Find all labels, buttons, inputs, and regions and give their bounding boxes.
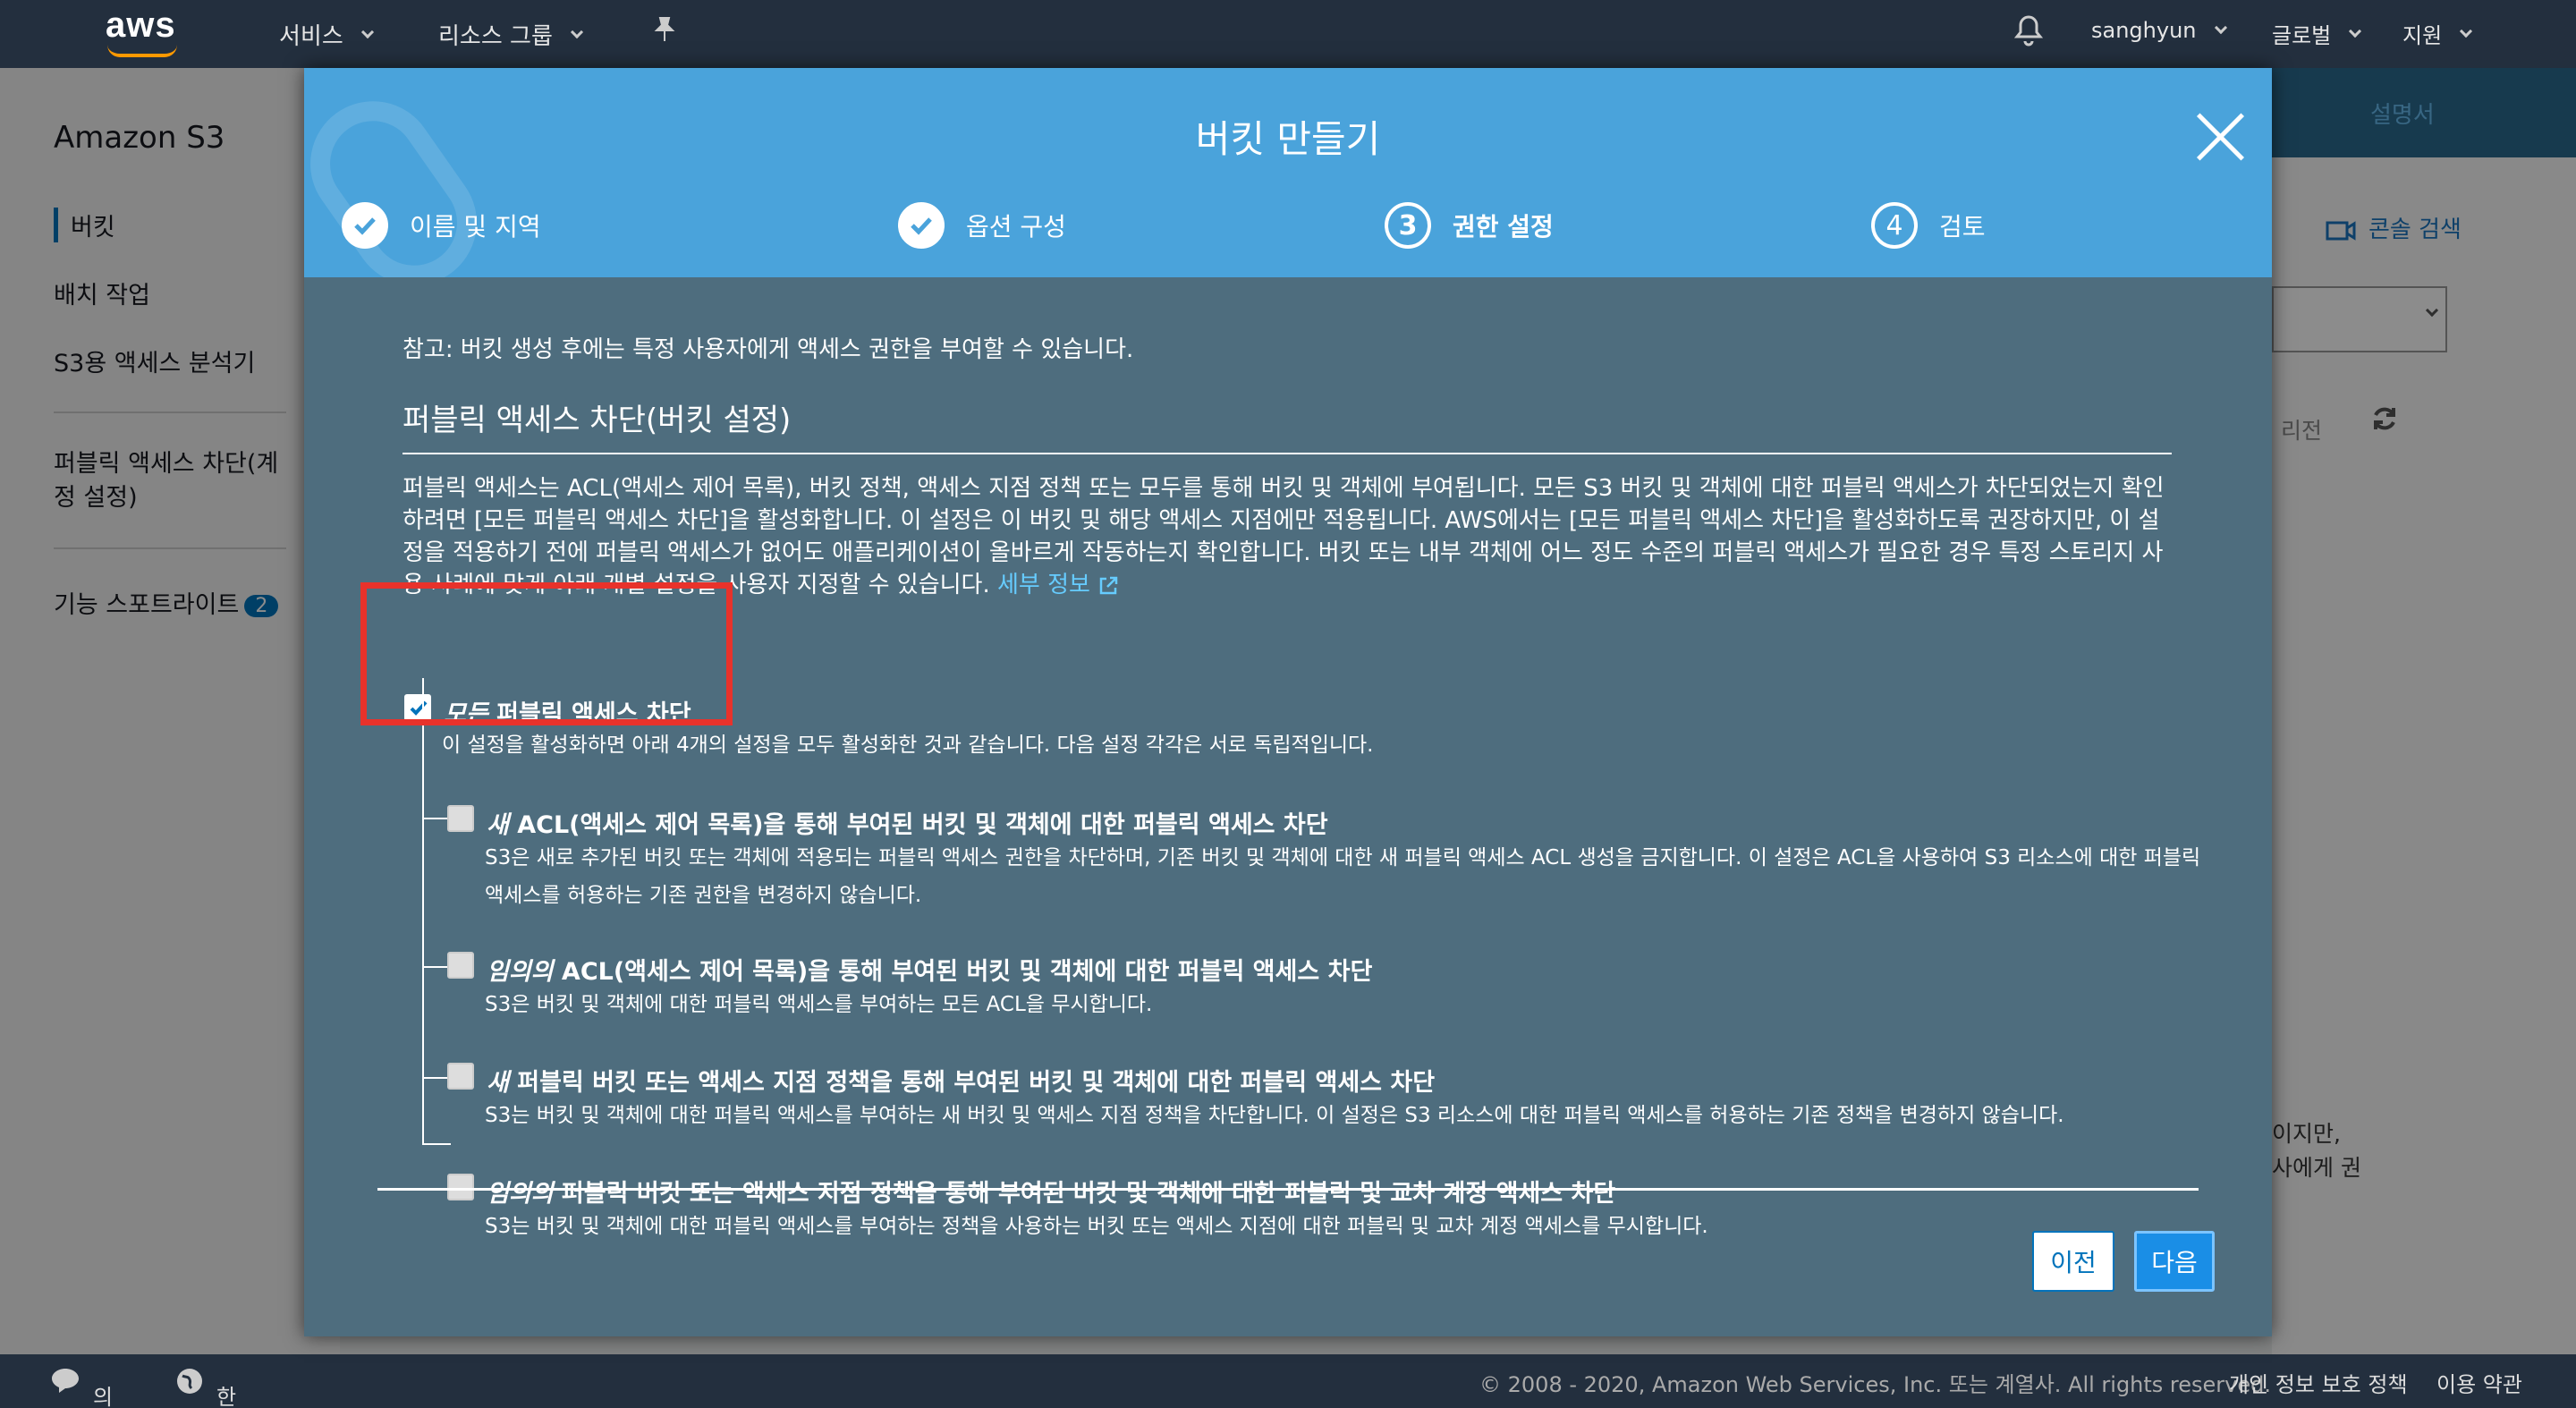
step-label: 권한 설정 [1453, 212, 1554, 242]
chevron-down-icon [570, 25, 583, 38]
block-all-description: 이 설정을 활성화하면 아래 4개의 설정을 모두 활성화한 것과 같습니다. … [442, 734, 1374, 757]
step-label: 옵션 구성 [966, 212, 1066, 242]
option-title: ACL(액세스 제어 목록)을 통해 부여된 버킷 및 객체에 대한 퍼블릭 액… [508, 811, 1328, 839]
check-circle-icon [898, 202, 945, 249]
step-configure-options[interactable]: 옵션 구성 [898, 202, 1066, 249]
modal-header: 버킷 만들기 이름 및 지역 옵션 구성 3 권한 설정 4 검토 [304, 68, 2272, 277]
tree-branch [422, 1143, 451, 1145]
any-acl-checkbox[interactable] [447, 952, 474, 979]
step-label: 이름 및 지역 [410, 212, 541, 242]
chevron-down-icon [2460, 24, 2473, 38]
footer: 의견 한국어 © 2008 - 2020, Amazon Web Service… [0, 1354, 2576, 1408]
bell-icon[interactable] [2014, 14, 2043, 47]
section-title: 퍼블릭 액세스 차단(버킷 설정) [402, 403, 792, 438]
copyright-text: © 2008 - 2020, Amazon Web Services, Inc.… [1479, 1372, 2272, 1397]
chevron-down-icon [360, 25, 374, 38]
footer-divider [377, 1188, 2199, 1191]
step-set-permissions[interactable]: 3 권한 설정 [1385, 202, 1554, 249]
modal-title: 버킷 만들기 [1195, 117, 1381, 161]
highlight-box [360, 582, 733, 725]
any-policy-description: S3는 버킷 및 객체에 대한 퍼블릭 액세스를 부여하는 정책을 사용하는 버… [485, 1215, 1708, 1238]
next-button[interactable]: 다음 [2134, 1231, 2215, 1292]
any-acl-label[interactable]: 임의의 ACL(액세스 제어 목록)을 통해 부여된 버킷 및 객체에 대한 퍼… [487, 952, 1372, 987]
step-label: 검토 [1939, 212, 1986, 242]
resource-groups-label: 리소스 그룹 [438, 23, 553, 50]
resource-groups-menu[interactable]: 리소스 그룹 [438, 18, 583, 51]
new-policy-label[interactable]: 새 퍼블릭 버킷 또는 액세스 지점 정책을 통해 부여된 버킷 및 객체에 대… [487, 1063, 1435, 1098]
feedback-link[interactable]: 의견 [50, 1367, 113, 1408]
modal-body: 참고: 버킷 생성 후에는 특정 사용자에게 액세스 권한을 부여할 수 있습니… [304, 277, 2272, 1336]
section-divider [402, 453, 2172, 454]
top-nav: aws 서비스 리소스 그룹 sanghyun 글로벌 지원 [0, 0, 2576, 68]
region-label: 글로벌 [2272, 23, 2332, 48]
step-number: 3 [1385, 202, 1431, 249]
speech-bubble-icon [52, 1369, 79, 1393]
step-name-region[interactable]: 이름 및 지역 [342, 202, 541, 249]
chevron-down-icon [2349, 24, 2362, 38]
option-emphasis: 새 [487, 1069, 509, 1097]
any-policy-checkbox[interactable] [447, 1174, 474, 1200]
new-policy-checkbox[interactable] [447, 1063, 474, 1090]
external-link-icon [1099, 576, 1118, 594]
terms-link[interactable]: 이용 약관 [2436, 1367, 2522, 1398]
step-review[interactable]: 4 검토 [1871, 202, 1986, 249]
aws-logo-smile-icon [107, 45, 177, 57]
new-acl-label[interactable]: 새 ACL(액세스 제어 목록)을 통해 부여된 버킷 및 객체에 대한 퍼블릭… [487, 805, 1328, 840]
option-emphasis: 임의의 [487, 1180, 554, 1208]
any-policy-label[interactable]: 임의의 퍼블릭 버킷 또는 액세스 지점 정책을 통해 부여된 버킷 및 객체에… [487, 1174, 1615, 1209]
user-menu[interactable]: sanghyun [2091, 18, 2227, 43]
new-policy-description: S3는 버킷 및 객체에 대한 퍼블릭 액세스를 부여하는 새 버킷 및 액세스… [485, 1104, 2064, 1127]
new-acl-description: S3은 새로 추가된 버킷 또는 객체에 적용되는 퍼블릭 액세스 권한을 차단… [485, 846, 2201, 869]
language-selector[interactable]: 한국어 [175, 1367, 236, 1408]
services-menu[interactable]: 서비스 [279, 18, 374, 51]
option-title: 퍼블릭 버킷 또는 액세스 지점 정책을 통해 부여된 버킷 및 객체에 대한 … [553, 1180, 1616, 1208]
feedback-label: 의견 [93, 1385, 114, 1408]
more-info-label: 세부 정보 [997, 572, 1090, 598]
previous-button[interactable]: 이전 [2032, 1231, 2114, 1292]
aws-logo[interactable]: aws [106, 5, 176, 46]
language-label: 한국어 [216, 1385, 237, 1408]
tree-line [422, 678, 424, 1145]
option-emphasis: 새 [487, 811, 509, 839]
user-name: sanghyun [2091, 18, 2197, 43]
chevron-down-icon [2214, 21, 2227, 35]
globe-icon [177, 1369, 202, 1394]
services-label: 서비스 [279, 23, 343, 50]
option-title: ACL(액세스 제어 목록)을 통해 부여된 버킷 및 객체에 대한 퍼블릭 액… [553, 958, 1373, 986]
support-menu[interactable]: 지원 [2402, 18, 2473, 49]
pin-icon[interactable] [653, 16, 676, 43]
region-menu[interactable]: 글로벌 [2272, 18, 2362, 49]
close-icon[interactable] [2193, 111, 2247, 165]
note-text: 참고: 버킷 생성 후에는 특정 사용자에게 액세스 권한을 부여할 수 있습니… [402, 336, 1134, 363]
support-label: 지원 [2402, 23, 2443, 48]
new-acl-checkbox[interactable] [447, 805, 474, 832]
any-acl-description: S3은 버킷 및 객체에 대한 퍼블릭 액세스를 부여하는 모든 ACL을 무시… [485, 993, 1153, 1016]
step-number: 4 [1871, 202, 1918, 249]
privacy-link[interactable]: 개인 정보 보호 정책 [2229, 1367, 2408, 1398]
description-text: 퍼블릭 액세스는 ACL(액세스 제어 목록), 버킷 정책, 액세스 지점 정… [402, 475, 2165, 598]
new-acl-description-2: 액세스를 허용하는 기존 권한을 변경하지 않습니다. [485, 884, 922, 907]
more-info-link[interactable]: 세부 정보 [997, 572, 1119, 598]
check-circle-icon [342, 202, 388, 249]
option-title: 퍼블릭 버킷 또는 액세스 지점 정책을 통해 부여된 버킷 및 객체에 대한 … [508, 1069, 1436, 1097]
option-emphasis: 임의의 [487, 958, 554, 986]
